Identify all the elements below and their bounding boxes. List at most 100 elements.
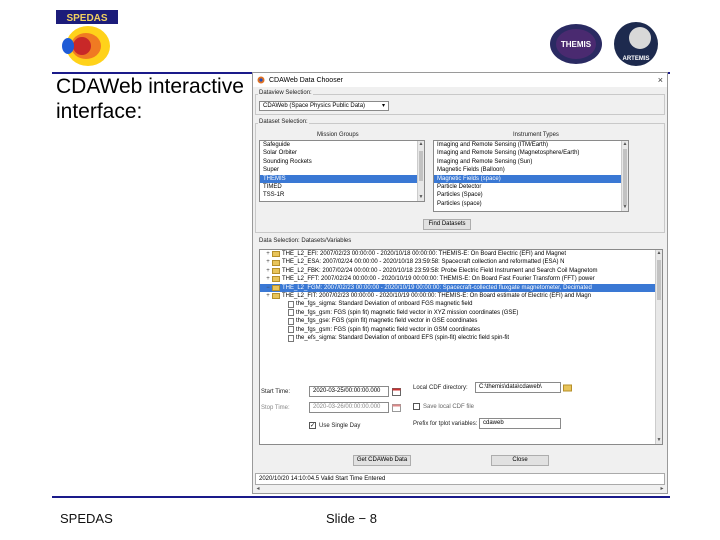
variable-icon <box>288 326 294 334</box>
get-cdaweb-data-button[interactable]: Get CDAWeb Data <box>353 455 411 466</box>
list-item[interactable]: Imaging and Remote Sensing (Magnetospher… <box>434 149 628 157</box>
expand-icon[interactable]: + <box>264 292 272 300</box>
tree-row[interactable]: − THE_L2_FGM: 2007/02/23 00:00:00 - 2020/… <box>260 283 662 292</box>
prefix-tplot-input[interactable]: cdaweb <box>479 418 561 429</box>
spedas-logo-text: SPEDAS <box>66 13 107 24</box>
prefix-tplot-label: Prefix for tplot variables: <box>413 421 478 427</box>
list-item[interactable]: TSS-1R <box>260 191 424 199</box>
footer-left: SPEDAS <box>60 511 113 526</box>
folder-icon <box>272 259 280 266</box>
scroll-down-icon[interactable]: ▼ <box>418 194 424 201</box>
calendar-icon[interactable] <box>392 387 401 396</box>
list-item[interactable]: Imaging and Remote Sensing (ITM/Earth) <box>434 141 628 149</box>
mission-groups-list[interactable]: Safeguide Solar Orbiter Sounding Rockets Su… <box>259 140 425 202</box>
status-scroll-left-icon[interactable]: ◂ <box>254 485 262 493</box>
start-time-label: Start Time: <box>261 389 291 395</box>
chevron-down-icon: ▾ <box>381 103 385 109</box>
folder-icon <box>272 251 280 258</box>
list-item[interactable]: Solar Orbiter <box>260 149 424 157</box>
tree-row[interactable]: the_fgs_gsm: FGS (spin fit) magnetic fie… <box>260 326 662 334</box>
use-single-day-checkbox[interactable]: ✓ <box>309 422 316 429</box>
start-time-input[interactable]: 2020-03-25/00:00:00.000 <box>309 386 389 397</box>
cdaweb-data-chooser-window: CDAWeb Data Chooser × Dataview Selection… <box>252 72 668 494</box>
expand-icon[interactable]: + <box>264 250 272 258</box>
footer-slide-number: Slide − 8 <box>326 511 377 526</box>
save-local-cdf-checkbox[interactable] <box>413 403 420 410</box>
expand-icon[interactable]: + <box>264 258 272 266</box>
tree-row-label: THE_L2_ESA: 2007/02/24 00:00:00 - 2020/1… <box>282 259 565 266</box>
tree-row-label: THE_L2_FBK: 2007/02/24 00:00:00 - 2020/1… <box>282 267 598 274</box>
close-button[interactable]: Close <box>491 455 549 466</box>
variable-icon <box>288 334 294 342</box>
list-item[interactable]: Particle Detector <box>434 183 628 191</box>
folder-open-icon[interactable] <box>563 383 572 392</box>
tree-row[interactable]: + THE_L2_EFI: 2007/02/23 00:00:00 - 2020/… <box>260 250 662 258</box>
tree-row-label: the_fgs_gsm: FGS (spin fit) magnetic fie… <box>296 326 481 333</box>
list-item[interactable]: Sounding Rockets <box>260 158 424 166</box>
save-local-cdf-label: Save local CDF file <box>423 404 475 410</box>
stop-time-input[interactable]: 2020-03-26/00:00:00.000 <box>309 402 389 413</box>
tree-row[interactable]: + THE_L2_ESA: 2007/02/24 00:00:00 - 2020/… <box>260 258 662 266</box>
instrument-types-list[interactable]: Imaging and Remote Sensing (ITM/Earth) Im… <box>433 140 629 212</box>
tree-scrollbar[interactable]: ▲ ▼ <box>655 250 662 444</box>
mission-list-scrollbar[interactable]: ▲ ▼ <box>417 141 424 201</box>
scroll-up-icon[interactable]: ▲ <box>622 141 628 148</box>
folder-icon <box>272 267 280 274</box>
dataview-dropdown-value: CDAWeb (Space Physics Public Data) <box>263 103 366 109</box>
local-cdf-dir-label: Local CDF directory: <box>413 385 468 391</box>
list-item[interactable]: Magnetic Fields (space) <box>434 174 628 183</box>
status-scroll-right-icon[interactable]: ▸ <box>658 485 666 493</box>
tree-row-label: the_fgs_gsm: FGS (spin fit) magnetic fie… <box>296 309 519 316</box>
list-item[interactable]: Imaging and Remote Sensing (Sun) <box>434 158 628 166</box>
scroll-up-icon[interactable]: ▲ <box>418 141 424 148</box>
tree-row[interactable]: + THE_L2_FBK: 2007/02/24 00:00:00 - 2020/… <box>260 267 662 275</box>
themis-logo-text: THEMIS <box>561 40 592 49</box>
tree-row[interactable]: the_efs_sigma: Standard Deviation of onb… <box>260 334 662 342</box>
list-item[interactable]: Safeguide <box>260 141 424 149</box>
list-item[interactable]: Super <box>260 166 424 174</box>
tree-row[interactable]: + THE_L2_FIT: 2007/02/23 00:00:00 - 2020/… <box>260 292 662 300</box>
tree-row-label: THE_L2_EFI: 2007/02/23 00:00:00 - 2020/1… <box>282 251 567 257</box>
list-item[interactable]: THEMIS <box>260 174 424 183</box>
stop-time-label: Stop Time: <box>261 405 290 411</box>
calendar-icon[interactable] <box>392 403 401 412</box>
use-single-day-label: Use Single Day <box>319 423 361 429</box>
scroll-thumb[interactable] <box>419 151 423 181</box>
spedas-logo: SPEDAS <box>56 10 118 66</box>
tree-row[interactable]: + THE_L2_FFT: 2007/02/24 00:00:00 - 2020/… <box>260 275 662 283</box>
tree-row[interactable]: the_fgs_gsm: FGS (spin fit) magnetic fie… <box>260 309 662 317</box>
data-selection-group-label: Data Selection: Datasets/Variables <box>258 238 353 244</box>
find-datasets-button[interactable]: Find Datasets <box>423 219 471 230</box>
tree-row[interactable]: the_fgs_gse: FGS (spin fit) magnetic fie… <box>260 317 662 325</box>
mission-groups-header: Mission Groups <box>317 132 359 138</box>
instrument-list-scrollbar[interactable]: ▲ ▼ <box>621 141 628 211</box>
tree-row-label: the_fgs_gse: FGS (spin fit) magnetic fie… <box>296 318 478 325</box>
tree-row[interactable]: the_fgs_sigma: Standard Deviation of onb… <box>260 300 662 309</box>
list-item[interactable]: Particles (Space) <box>434 191 628 199</box>
tree-row-label: THE_L2_FGM: 2007/02/23 00:00:00 - 2020/1… <box>282 284 592 291</box>
scroll-thumb[interactable] <box>623 149 627 205</box>
datasets-variables-tree[interactable]: + THE_L2_EFI: 2007/02/23 00:00:00 - 2020/… <box>259 249 663 445</box>
folder-icon <box>272 276 280 283</box>
local-cdf-dir-input[interactable]: C:\themis\data\cdaweb\ <box>475 382 561 393</box>
variable-icon <box>288 309 294 317</box>
list-item[interactable]: TIMED <box>260 183 424 191</box>
variable-icon <box>288 317 294 325</box>
list-item[interactable]: Magnetic Fields (Balloon) <box>434 166 628 174</box>
expand-icon[interactable]: + <box>264 275 272 283</box>
dataview-dropdown[interactable]: CDAWeb (Space Physics Public Data) ▾ <box>259 101 389 111</box>
tree-row-label: the_efs_sigma: Standard Deviation of onb… <box>296 334 510 341</box>
close-icon[interactable]: × <box>658 75 663 85</box>
scroll-down-icon[interactable]: ▼ <box>656 437 662 444</box>
scroll-thumb[interactable] <box>657 260 661 300</box>
scroll-up-icon[interactable]: ▲ <box>656 250 662 257</box>
dataview-group-label: Dataview Selection: <box>258 90 313 96</box>
list-item[interactable]: Particles (space) <box>434 200 628 208</box>
expand-icon[interactable]: + <box>264 267 272 275</box>
window-title: CDAWeb Data Chooser <box>269 76 343 84</box>
slide-heading: CDAWeb interactive interface: <box>56 75 244 123</box>
dataset-group-label: Dataset Selection: <box>258 119 309 125</box>
expand-icon[interactable]: − <box>264 284 272 292</box>
folder-icon <box>272 293 280 300</box>
scroll-down-icon[interactable]: ▼ <box>622 204 628 211</box>
